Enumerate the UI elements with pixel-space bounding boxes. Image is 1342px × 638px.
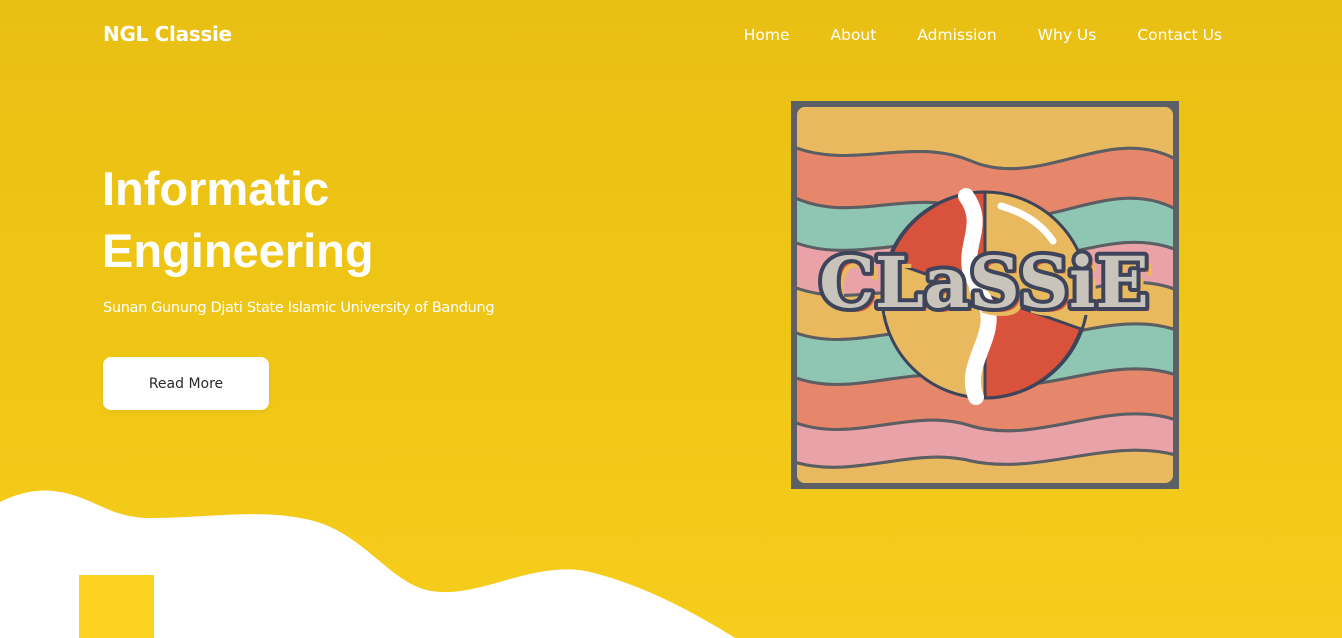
brand-logo-text[interactable]: NGL Classie	[103, 22, 232, 46]
nav-admission[interactable]: Admission	[917, 26, 996, 44]
yellow-square-decoration	[79, 575, 154, 638]
hero-subtitle: Sunan Gunung Djati State Islamic Univers…	[103, 300, 495, 316]
classie-logo-image: CLaSSiE CLaSSiE CLaSSiE CLaSSiE	[791, 101, 1179, 489]
svg-text:CLaSSiE: CLaSSiE	[819, 241, 1149, 324]
hero-title-line-1: Informatic	[102, 162, 330, 215]
main-nav: Home About Admission Why Us Contact Us	[744, 26, 1222, 44]
nav-about[interactable]: About	[831, 26, 877, 44]
nav-contact-us[interactable]: Contact Us	[1137, 26, 1222, 44]
hero-title: Informatic Engineering	[102, 158, 522, 282]
hero-title-line-2: Engineering	[102, 224, 374, 277]
read-more-button[interactable]: Read More	[103, 357, 269, 410]
nav-why-us[interactable]: Why Us	[1038, 26, 1097, 44]
nav-home[interactable]: Home	[744, 26, 790, 44]
